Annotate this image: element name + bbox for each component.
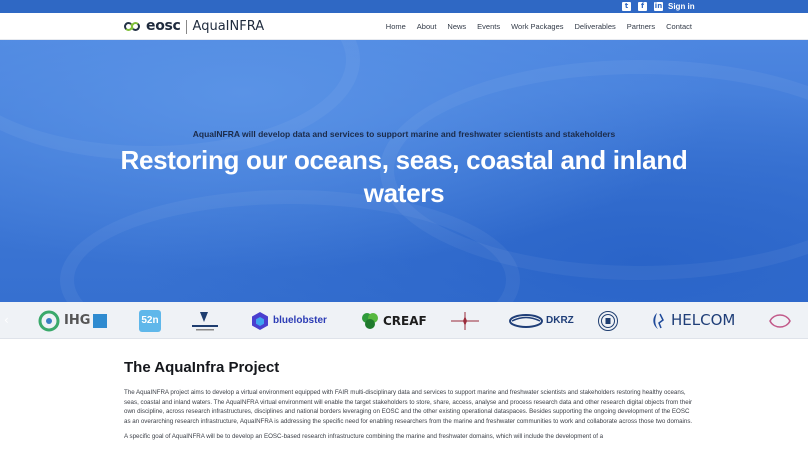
nav-home[interactable]: Home	[386, 21, 406, 32]
creaf-logo-text: CREAF	[383, 313, 427, 328]
sign-in-link[interactable]: Sign in	[668, 1, 695, 12]
site-logo[interactable]: eosc AquaINFRA	[124, 18, 264, 35]
nav-about[interactable]: About	[417, 21, 437, 32]
bluelobster-emblem-icon	[252, 311, 268, 330]
project-section: The AquaInfra Project The AquaINFRA proj…	[124, 358, 694, 442]
partner-logo-partial[interactable]	[768, 309, 792, 332]
52n-logo-text: 52n	[139, 309, 161, 332]
partner-logo-creaf[interactable]: CREAF	[360, 309, 427, 332]
nav-partners[interactable]: Partners	[627, 21, 655, 32]
university-emblem-icon	[192, 311, 218, 330]
helcom-emblem-icon	[653, 312, 664, 329]
eosc-logo-mark-icon	[124, 21, 144, 32]
nav-contact[interactable]: Contact	[666, 21, 692, 32]
linkedin-icon[interactable]: in	[654, 2, 663, 11]
nav-work-packages[interactable]: Work Packages	[511, 21, 563, 32]
hero-subtitle: AquaINFRA will develop data and services…	[192, 129, 616, 139]
twitter-icon[interactable]: t	[622, 2, 631, 11]
partner-logo-helcom[interactable]: HELCOM	[648, 309, 735, 332]
project-heading: The AquaInfra Project	[124, 359, 280, 376]
dkrz-logo-text: DKRZ	[546, 314, 574, 326]
nav-events[interactable]: Events	[477, 21, 500, 32]
ihg-logo-text: IHG	[64, 312, 91, 328]
main-nav: Home About News Events Work Packages Del…	[386, 21, 692, 32]
partner-logo-ihg[interactable]: IHG	[38, 309, 108, 332]
project-name: AquaINFRA	[192, 19, 265, 34]
partner-star-emblem-icon	[451, 311, 479, 330]
ihg-emblem-icon	[38, 310, 60, 331]
hero-title: Restoring our oceans, seas, coastal and …	[120, 145, 688, 208]
hero-water-texture	[0, 40, 360, 160]
dkrz-emblem-icon	[509, 313, 543, 328]
eosc-logo-text: eosc	[146, 18, 181, 34]
partner-logo-bluelobster[interactable]: bluelobster	[250, 309, 327, 332]
nav-deliverables[interactable]: Deliverables	[575, 21, 616, 32]
partner-logo-carousel: ‹ IHG 52n bluelobster CREAF DKRZ HELCOM	[0, 302, 808, 339]
partner-logo-seal[interactable]	[597, 309, 619, 332]
carousel-prev-icon[interactable]: ‹	[4, 313, 9, 327]
hero-banner: AquaINFRA will develop data and services…	[0, 40, 808, 302]
partner-partial-emblem-icon	[769, 313, 791, 328]
project-paragraph-1: The AquaINFRA project aims to develop a …	[124, 389, 693, 425]
logo-divider	[185, 19, 187, 34]
partner-logo-university[interactable]	[190, 309, 220, 332]
ihg-drop-icon	[93, 313, 108, 328]
partner-logo-star[interactable]	[448, 309, 482, 332]
top-utility-bar: t f in Sign in	[0, 0, 808, 13]
facebook-icon[interactable]: f	[638, 2, 647, 11]
nav-news[interactable]: News	[447, 21, 466, 32]
partner-seal-icon	[598, 310, 618, 331]
creaf-emblem-icon	[362, 312, 378, 329]
main-header: eosc AquaINFRA Home About News Events Wo…	[0, 13, 808, 40]
partner-logo-52n[interactable]: 52n	[139, 309, 161, 332]
bluelobster-logo-text: bluelobster	[273, 314, 327, 326]
project-paragraph-2: A specific goal of AquaINFRA will be to …	[124, 433, 604, 440]
helcom-logo-text: HELCOM	[671, 311, 736, 329]
partner-logo-dkrz[interactable]: DKRZ	[508, 309, 574, 332]
